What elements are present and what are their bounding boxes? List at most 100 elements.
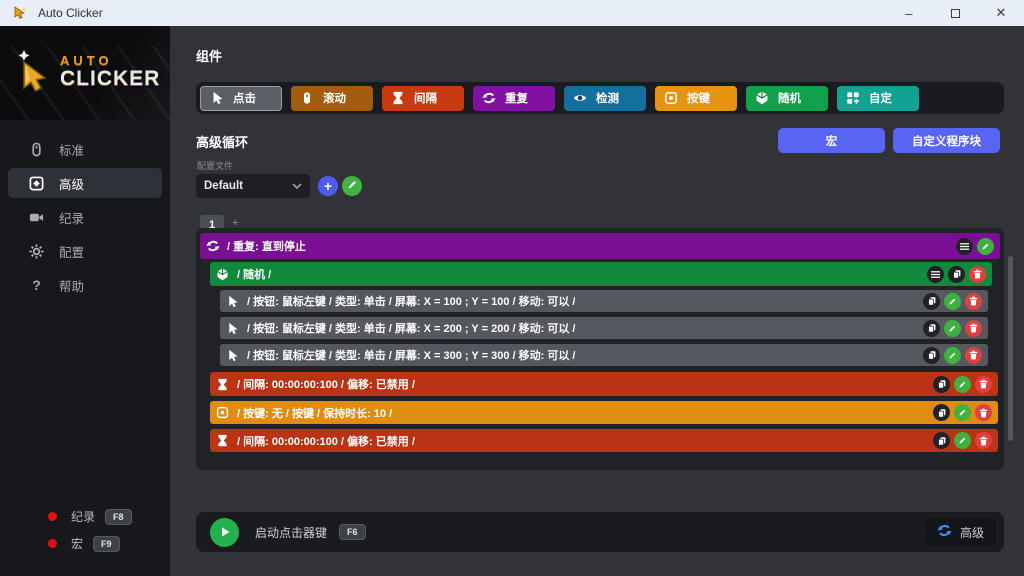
copy-icon[interactable] [948,266,965,283]
copy-icon[interactable] [933,404,950,421]
components-title: 组件 [196,46,222,65]
start-clicker-label: 启动点击器键 [255,524,327,541]
sidebar-menu: 标准 高级 纪录 [0,130,170,304]
sidebar-item-record[interactable]: 纪录 [8,202,162,232]
component-label: 自定 [869,90,892,106]
add-profile-button[interactable]: + [318,176,338,196]
edit-icon[interactable] [954,432,971,449]
profile-select[interactable]: Default [196,174,310,198]
keypress-row[interactable]: / 按键: 无 / 按键 / 保持时长: 10 / [210,401,998,424]
component-random-button[interactable]: 随机 [746,86,828,111]
cursor-icon [226,348,240,362]
interval-row-1[interactable]: / 间隔: 00:00:00:100 / 偏移: 已禁用 / [210,372,998,396]
question-icon: ? [28,277,45,294]
sidebar: AUTO CLICKER 标准 高级 [0,26,170,576]
advanced-mode-button[interactable]: 高级 [925,518,996,546]
edit-icon[interactable] [944,293,961,310]
sidebar-item-label: 纪录 [59,208,84,227]
close-button[interactable]: ✕ [978,0,1024,26]
trash-icon[interactable] [975,404,992,421]
mouse-icon [28,141,45,158]
edit-icon[interactable] [954,376,971,393]
copy-icon[interactable] [923,320,940,337]
trash-icon[interactable] [969,266,986,283]
advanced-mode-label: 高级 [960,524,984,541]
trash-icon[interactable] [965,320,982,337]
titlebar: Auto Clicker – ✕ [0,0,1024,26]
sidebar-item-label: 高级 [59,174,84,193]
row-text: / 按键: 无 / 按键 / 保持时长: 10 / [237,405,392,421]
menu-icon[interactable] [927,266,944,283]
edit-icon[interactable] [944,347,961,364]
refresh-icon [937,523,952,541]
macro-hotkey-badge: F9 [93,536,120,552]
row-text: / 随机 / [237,266,271,282]
component-label: 按键 [687,90,710,106]
video-camera-icon [28,209,45,226]
menu-icon[interactable] [956,238,973,255]
start-clicker-button[interactable] [210,518,239,547]
copy-icon[interactable] [923,347,940,364]
click-row-2[interactable]: / 按钮: 鼠标左键 / 类型: 单击 / 屏幕: X = 200 ; Y = … [220,317,988,339]
custom-block-button[interactable]: 自定义程序块 [893,128,1000,153]
click-row-1[interactable]: / 按钮: 鼠标左键 / 类型: 单击 / 屏幕: X = 100 ; Y = … [220,290,988,312]
cursor-icon [226,294,240,308]
record-status-dot [48,512,57,521]
trash-icon[interactable] [975,432,992,449]
random-block-row[interactable]: / 随机 / [210,262,992,286]
trash-icon[interactable] [975,376,992,393]
click-row-3[interactable]: / 按钮: 鼠标左键 / 类型: 单击 / 屏幕: X = 300 ; Y = … [220,344,988,366]
component-scroll-button[interactable]: 滚动 [291,86,373,111]
sidebar-item-advanced[interactable]: 高级 [8,168,162,198]
maximize-button[interactable] [932,0,978,26]
interval-row-2[interactable]: / 间隔: 00:00:00:100 / 偏移: 已禁用 / [210,429,998,452]
component-interval-button[interactable]: 间隔 [382,86,464,111]
sidebar-item-standard[interactable]: 标准 [8,134,162,164]
macro-hotkey-label: 宏 [71,535,83,552]
profile-label: 配置文件 [197,159,233,172]
edit-icon[interactable] [944,320,961,337]
repeat-block-row[interactable]: / 重复: 直到停止 [200,233,1000,259]
start-hotkey-badge: F6 [339,524,366,540]
hourglass-icon [216,377,230,391]
hourglass-icon [391,91,406,106]
record-hotkey-row: 纪录 F8 [48,508,170,525]
copy-icon[interactable] [933,432,950,449]
scrollbar[interactable] [1008,256,1013,441]
advanced-icon [28,175,45,192]
trash-icon[interactable] [965,293,982,310]
edit-icon[interactable] [954,404,971,421]
cursor-icon [226,321,240,335]
repeat-icon [206,239,220,253]
minimize-button[interactable]: – [886,0,932,26]
copy-icon[interactable] [923,293,940,310]
advanced-loop-title: 高级循环 [196,132,248,151]
copy-icon[interactable] [933,376,950,393]
component-detect-button[interactable]: 检测 [564,86,646,111]
row-text: / 按钮: 鼠标左键 / 类型: 单击 / 屏幕: X = 100 ; Y = … [247,293,575,309]
mouse-scroll-icon [300,91,315,106]
record-hotkey-label: 纪录 [71,508,95,525]
edit-icon[interactable] [977,238,994,255]
sidebar-item-help[interactable]: ? 帮助 [8,270,162,300]
pencil-icon [347,177,358,195]
edit-profile-button[interactable] [342,176,362,196]
keyboard-icon [216,406,230,420]
sidebar-item-config[interactable]: 配置 [8,236,162,266]
component-repeat-button[interactable]: 重复 [473,86,555,111]
row-text: / 按钮: 鼠标左键 / 类型: 单击 / 屏幕: X = 200 ; Y = … [247,320,575,336]
row-text: / 按钮: 鼠标左键 / 类型: 单击 / 屏幕: X = 300 ; Y = … [247,347,575,363]
component-label: 滚动 [323,90,346,106]
macro-button[interactable]: 宏 [778,128,885,153]
sidebar-item-label: 标准 [59,140,84,159]
component-click-button[interactable]: 点击 [200,86,282,111]
trash-icon[interactable] [965,347,982,364]
eye-icon [573,91,588,106]
maximize-icon [951,9,960,18]
row-text: / 重复: 直到停止 [227,238,306,254]
component-label: 重复 [505,90,528,106]
sidebar-item-label: 配置 [59,242,84,261]
component-custom-button[interactable]: 自定 [837,86,919,111]
component-label: 间隔 [414,90,437,106]
component-keypress-button[interactable]: 按键 [655,86,737,111]
